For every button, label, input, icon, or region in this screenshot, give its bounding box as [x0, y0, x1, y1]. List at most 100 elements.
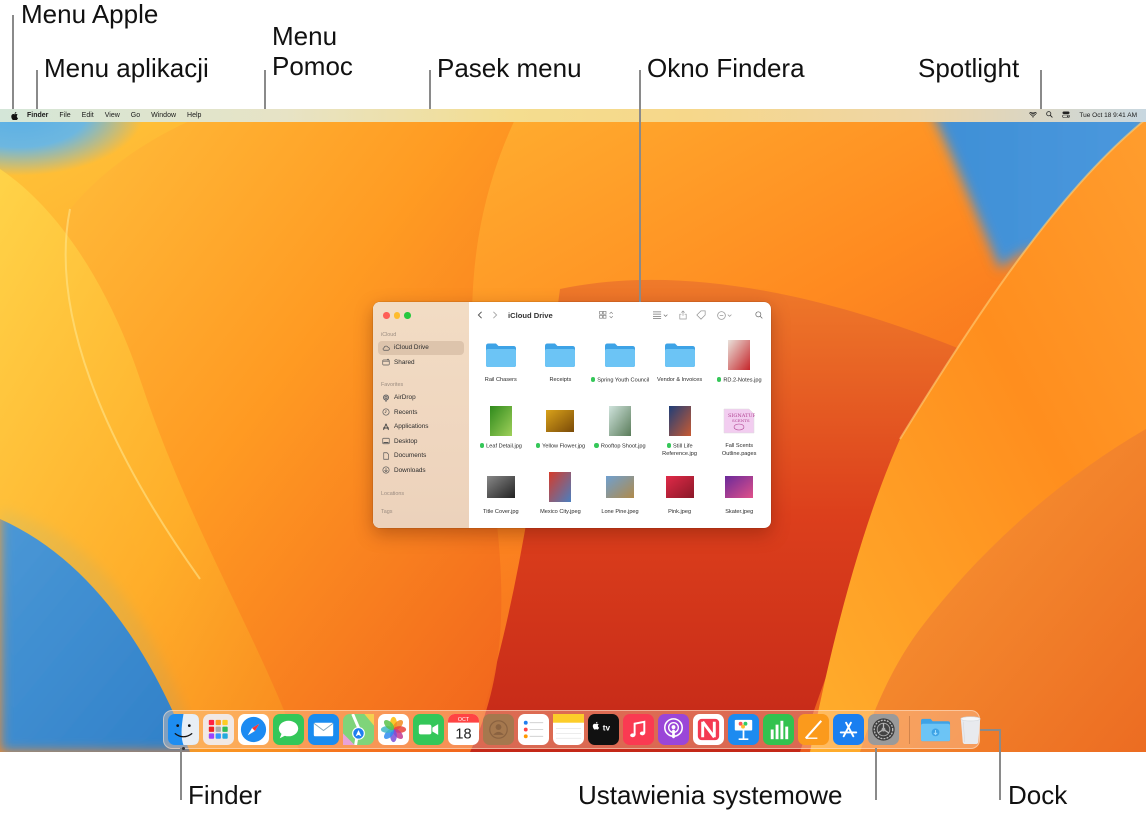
file-item[interactable]: Receipts [531, 338, 591, 404]
file-name-text: Yellow Flower.jpg [542, 443, 586, 450]
sidebar-item-icloud-drive[interactable]: iCloud Drive [378, 340, 464, 355]
file-item[interactable]: Lone Pine.jpeg [590, 470, 650, 528]
file-name: Rooftop Shoot.jpg [594, 443, 646, 451]
dock-app-calendar[interactable]: OCT 18 [448, 714, 479, 745]
group-by-icon[interactable] [653, 310, 671, 320]
leader-spotlight [1040, 70, 1042, 110]
control-center-icon[interactable] [1062, 111, 1071, 120]
menu-file[interactable]: File [59, 112, 70, 119]
dock-app-system-settings[interactable] [868, 714, 899, 745]
sidebar-item-documents[interactable]: Documents [378, 449, 464, 464]
dock-app-numbers[interactable] [763, 714, 794, 745]
dock-app-pages[interactable] [798, 714, 829, 745]
facetime-icon [413, 714, 444, 745]
dock-separator [909, 715, 910, 744]
file-item[interactable]: Skater.jpeg [709, 470, 769, 528]
file-item[interactable]: Still Life Reference.jpg [650, 404, 710, 470]
menu-go[interactable]: Go [131, 112, 140, 119]
file-name-text: Rail Chasers [484, 377, 517, 383]
sidebar-item-applications[interactable]: Applications [378, 420, 464, 435]
file-name: Skater.jpeg [725, 509, 753, 517]
file-item[interactable]: SIGNATURESCENTS Fall Scents Outline.pages [709, 404, 769, 470]
sidebar-item-airdrop[interactable]: AirDrop [378, 391, 464, 406]
leader-app-menu [36, 70, 38, 110]
callout-finder-window: Okno Findera [647, 53, 805, 83]
dock-app-facetime[interactable] [413, 714, 444, 745]
sidebar-item-recents[interactable]: Recents [378, 405, 464, 420]
dock-app-messages[interactable] [273, 714, 304, 745]
dock-app-finder[interactable] [168, 714, 199, 750]
callout-spotlight: Spotlight [918, 53, 1020, 83]
image-thumbnail [719, 338, 759, 372]
cloud-icon [382, 344, 390, 352]
window-controls [383, 312, 464, 319]
image-thumbnail [719, 470, 759, 504]
sidebar-section-tags[interactable]: Tags [381, 509, 464, 515]
search-icon[interactable] [755, 311, 763, 319]
dock-app-launchpad[interactable] [203, 714, 234, 745]
dock-app-music[interactable] [623, 714, 654, 745]
zoom-button[interactable] [404, 312, 411, 319]
file-item[interactable]: Rail Chasers [471, 338, 531, 404]
wifi-icon[interactable] [1029, 111, 1038, 120]
sidebar-item-downloads[interactable]: Downloads [378, 463, 464, 478]
back-chevron-left-icon[interactable] [477, 311, 483, 319]
file-item[interactable]: Leaf Detail.jpg [471, 404, 531, 470]
file-item[interactable]: Title Cover.jpg [471, 470, 531, 528]
dock-app-mail[interactable] [308, 714, 339, 745]
dock-app-apple-tv[interactable]: tv [588, 714, 619, 745]
dock-app-podcasts[interactable] [658, 714, 689, 745]
menu-window[interactable]: Window [151, 112, 176, 119]
file-name: Mexico City.jpeg [540, 509, 581, 517]
file-item[interactable]: Spring Youth Council [590, 338, 650, 404]
callout-apple-menu: Menu Apple [21, 0, 159, 29]
sidebar-section-locations[interactable]: Locations [381, 491, 464, 497]
file-item[interactable]: Rooftop Shoot.jpg [590, 404, 650, 470]
dock-app-contacts[interactable] [483, 714, 514, 745]
menu-finder[interactable]: Finder [27, 112, 48, 119]
spotlight-magnifier-icon[interactable] [1046, 111, 1054, 120]
file-name: Vendor & Invoices [657, 377, 702, 385]
leader-apple-menu [12, 15, 14, 111]
file-item[interactable]: Yellow Flower.jpg [531, 404, 591, 470]
finder-content: iCloud Drive Rail Chasers Receipts Sprin… [469, 302, 771, 528]
file-item[interactable]: Vendor & Invoices [650, 338, 710, 404]
image-thumbnail [600, 470, 640, 504]
ellipsis-circle-icon[interactable] [717, 310, 735, 320]
menu-view[interactable]: View [105, 112, 120, 119]
dock-app-reminders[interactable] [518, 714, 549, 745]
apple-logo-icon[interactable] [9, 111, 19, 120]
file-item[interactable]: Pink.jpeg [650, 470, 710, 528]
dock-app-app-store[interactable] [833, 714, 864, 745]
file-name: Spring Youth Council [590, 377, 649, 385]
callout-dock: Dock [1008, 780, 1068, 810]
tag-icon[interactable] [696, 310, 706, 320]
svg-text:tv: tv [603, 723, 611, 732]
sidebar-item-label: Recents [394, 408, 418, 416]
launchpad-icon [203, 714, 234, 745]
menu-edit[interactable]: Edit [82, 112, 94, 119]
sidebar-item-shared[interactable]: Shared [378, 355, 464, 370]
green-tag-dot [666, 443, 672, 448]
share-icon[interactable] [679, 310, 687, 320]
file-name-text: Rooftop Shoot.jpg [600, 443, 646, 450]
callout-help-menu: Menu Pomoc [272, 21, 353, 82]
forward-chevron-right-icon[interactable] [492, 311, 498, 319]
dock-app-downloads-folder[interactable] [920, 714, 951, 745]
dock-app-keynote[interactable] [728, 714, 759, 745]
grid-view-icon[interactable] [599, 311, 617, 319]
dock-app-photos[interactable] [378, 714, 409, 745]
file-item[interactable]: RD.2-Notes.jpg [709, 338, 769, 404]
file-item[interactable]: Mexico City.jpeg [531, 470, 591, 528]
menubar-datetime[interactable]: Tue Oct 18 9:41 AM [1079, 112, 1137, 119]
dock-app-maps[interactable] [343, 714, 374, 745]
dock-app-news[interactable] [693, 714, 724, 745]
menu-help[interactable]: Help [187, 112, 201, 119]
close-button[interactable] [383, 312, 390, 319]
dock-app-safari[interactable] [238, 714, 269, 745]
mail-icon [308, 714, 339, 745]
dock-app-notes[interactable] [553, 714, 584, 745]
green-tag-dot [535, 443, 541, 448]
minimize-button[interactable] [393, 312, 400, 319]
sidebar-item-desktop[interactable]: Desktop [378, 434, 464, 449]
